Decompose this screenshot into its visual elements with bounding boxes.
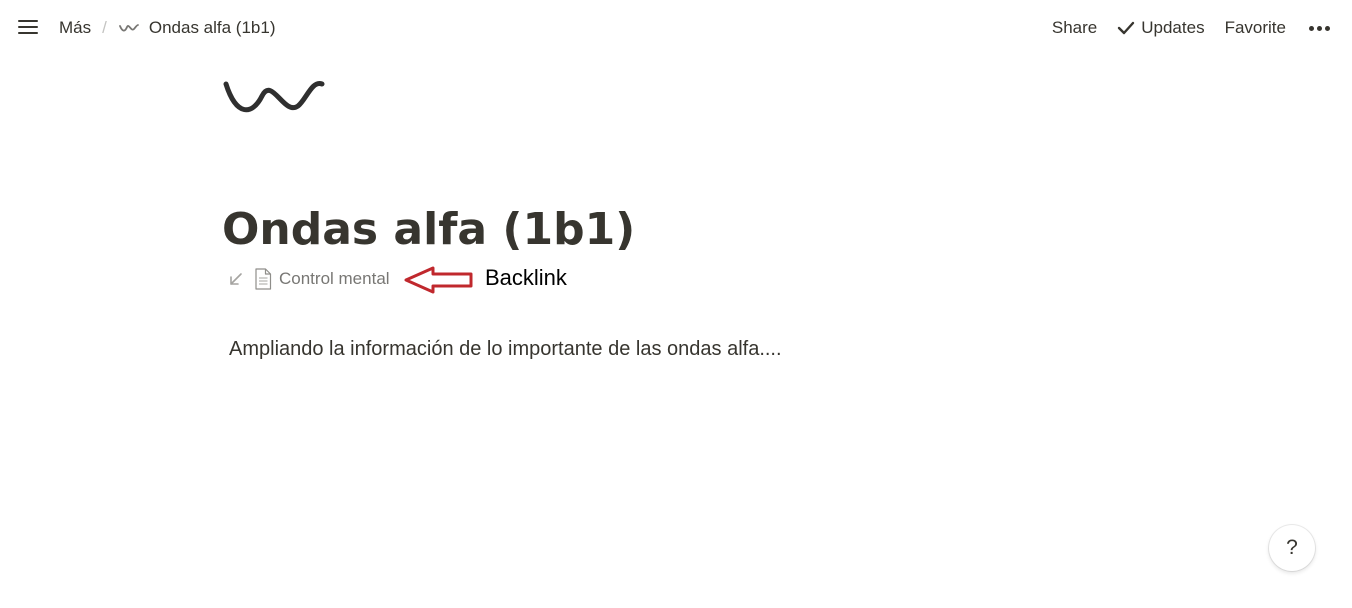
breadcrumb-current-label: Ondas alfa (1b1) (148, 18, 276, 37)
more-options-icon[interactable] (1306, 25, 1330, 31)
top-actions: Share Updates Favorite (1052, 16, 1330, 40)
backlink-label: Control mental (279, 269, 390, 288)
help-button[interactable]: ? (1269, 525, 1315, 571)
arrow-down-left-icon (230, 273, 242, 285)
checkmark-icon (1118, 21, 1135, 35)
breadcrumb: Más / Ondas alfa (1b1) (59, 16, 276, 40)
breadcrumb-parent[interactable]: Más (59, 18, 91, 38)
wave-icon (118, 24, 139, 32)
share-button[interactable]: Share (1052, 18, 1097, 38)
annotation-arrow (404, 266, 473, 294)
document-icon (255, 268, 272, 290)
updates-button[interactable]: Updates (1117, 18, 1205, 38)
breadcrumb-separator: / (102, 18, 107, 37)
backlinks: Control mental (228, 264, 390, 294)
backlink-item[interactable]: Control mental (254, 268, 390, 290)
body-paragraph[interactable]: Ampliando la información de lo important… (229, 336, 782, 362)
menu-icon[interactable] (18, 18, 38, 36)
favorite-button[interactable]: Favorite (1225, 18, 1286, 38)
top-bar: Más / Ondas alfa (1b1) Share Updates Fav… (0, 0, 1352, 56)
breadcrumb-current[interactable]: Ondas alfa (1b1) (118, 18, 276, 38)
annotation-label: Backlink (485, 265, 567, 290)
updates-label: Updates (1141, 18, 1205, 37)
page-title[interactable]: Ondas alfa (1b1) (222, 200, 635, 260)
wave-icon[interactable] (222, 76, 326, 116)
